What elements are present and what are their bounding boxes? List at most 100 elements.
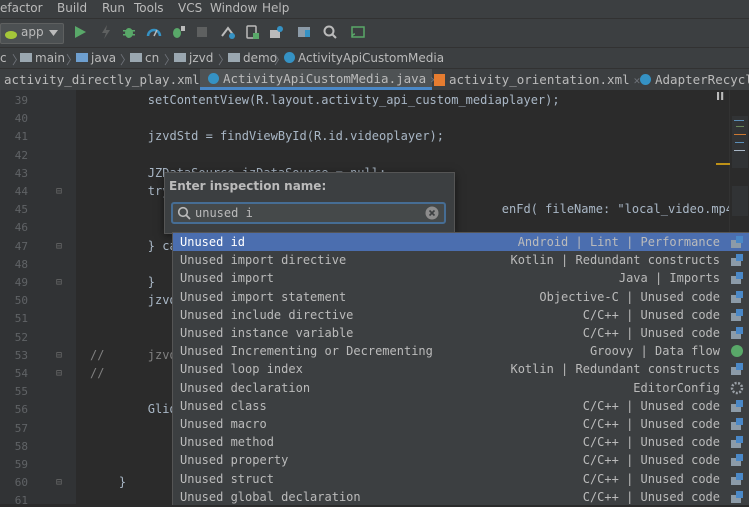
line-number: 49 xyxy=(14,276,28,289)
android-icon xyxy=(5,31,17,39)
run-config-select[interactable]: app xyxy=(0,23,64,44)
package-icon xyxy=(130,53,142,62)
breadcrumb-item[interactable]: cn xyxy=(130,51,159,65)
breadcrumb-item[interactable]: demo xyxy=(228,51,277,65)
breadcrumb-item[interactable]: main xyxy=(20,51,65,65)
line-number: 45 xyxy=(14,203,28,217)
apply-changes-icon[interactable] xyxy=(98,24,114,40)
run-icon[interactable] xyxy=(72,24,88,40)
search-input[interactable] xyxy=(195,205,415,221)
inspection-name: Unused id xyxy=(180,235,246,249)
breadcrumb-item[interactable]: ActivityApiCustomMedia xyxy=(284,51,444,65)
result-row[interactable]: Unused instance variable C/C++ | Unused c… xyxy=(173,324,749,342)
menu-run[interactable]: Run xyxy=(102,1,125,15)
project-structure-icon[interactable] xyxy=(296,24,312,40)
package-icon xyxy=(174,53,186,62)
inspection-category: C/C++ | Unused code xyxy=(582,471,720,486)
breadcrumb-item[interactable]: c xyxy=(0,51,7,65)
breadcrumb: c 〉 main 〉 java 〉 cn 〉 jzvd 〉 demo 〉 Act… xyxy=(0,47,749,69)
menu-tools[interactable]: Tools xyxy=(134,1,164,15)
inspection-popup: Enter inspection name: xyxy=(164,172,455,234)
sync-gradle-icon[interactable] xyxy=(220,24,236,40)
result-row[interactable]: Unused declaration EditorConfig xyxy=(173,379,749,397)
fold-icon[interactable]: ⊟ xyxy=(56,477,66,488)
line-number: 59 xyxy=(14,458,28,471)
result-row[interactable]: Unused id Android | Lint | Performance xyxy=(173,233,749,251)
class-icon xyxy=(208,73,219,84)
profiler-icon[interactable] xyxy=(146,24,162,40)
menu-refactor[interactable]: efactor xyxy=(0,1,43,15)
search-box[interactable] xyxy=(171,202,446,224)
line-number: 56 xyxy=(14,403,28,417)
inspection-category: Groovy | Data flow xyxy=(589,344,720,359)
line-number: 60 xyxy=(14,476,28,490)
tab-adapter-recycle[interactable]: AdapterRecycle xyxy=(638,69,749,90)
pause-icon[interactable]: II xyxy=(716,90,724,103)
result-row[interactable]: Unused macro C/C++ | Unused code xyxy=(173,415,749,433)
debug-icon[interactable] xyxy=(121,24,137,40)
result-row[interactable]: Unused import statement Objective-C | Unu… xyxy=(173,288,749,306)
code-line: // jzvdS xyxy=(90,347,184,362)
folder-icon xyxy=(20,53,32,62)
inspection-name: Unused import directive xyxy=(180,253,347,268)
result-row[interactable]: Unused class C/C++ | Unused code xyxy=(173,397,749,415)
search-icon xyxy=(177,206,191,220)
result-row[interactable]: Unused global declaration C/C++ | Unused … xyxy=(173,488,749,505)
tab-activity-orientation[interactable]: activity_orientation.xml ✕ xyxy=(432,69,640,90)
run-config-label: app xyxy=(21,25,44,39)
class-icon xyxy=(284,52,295,63)
kotlin-icon xyxy=(731,363,743,376)
toolbar: app xyxy=(0,18,749,47)
result-row[interactable]: Unused include directive C/C++ | Unused c… xyxy=(173,306,749,324)
cpp-icon xyxy=(731,308,743,321)
tab-activity-api-custom-media[interactable]: ActivityApiCustomMedia.java✕ xyxy=(200,69,437,90)
attach-debugger-icon[interactable] xyxy=(170,24,186,40)
line-number: 55 xyxy=(14,385,28,399)
stop-icon[interactable] xyxy=(194,24,210,40)
editor-tabs: activity_directly_play.xml✕ ActivityApiC… xyxy=(0,68,749,91)
sdk-manager-icon[interactable] xyxy=(268,24,284,40)
result-row[interactable]: Unused struct C/C++ | Unused code xyxy=(173,470,749,488)
breadcrumb-item[interactable]: java xyxy=(76,51,116,65)
inspection-name: Unused Incrementing or Decrementing xyxy=(180,344,433,359)
result-row[interactable]: Unused Incrementing or Decrementing Groov… xyxy=(173,342,749,360)
search-icon[interactable] xyxy=(322,24,338,40)
tab-activity-directly-play[interactable]: activity_directly_play.xml✕ xyxy=(0,69,210,90)
inspection-name: Unused method xyxy=(180,435,274,450)
package-icon xyxy=(228,53,240,62)
cast-icon[interactable] xyxy=(350,24,366,40)
menu-help[interactable]: Help xyxy=(262,1,289,15)
menu-window[interactable]: Window xyxy=(210,1,257,15)
warning-marker[interactable] xyxy=(716,163,730,165)
chevron-down-icon xyxy=(49,30,58,36)
inspection-category: C/C++ | Unused code xyxy=(582,417,720,431)
result-row[interactable]: Unused property C/C++ | Unused code xyxy=(173,451,749,469)
line-number: 53 xyxy=(14,348,28,362)
minimap xyxy=(732,186,748,216)
inspection-name: Unused import xyxy=(180,271,274,286)
fold-icon[interactable]: ⊟ xyxy=(56,241,66,252)
fold-icon[interactable]: ⊟ xyxy=(56,277,66,288)
cpp-icon xyxy=(731,327,743,339)
line-number: 61 xyxy=(14,494,28,507)
result-row[interactable]: Unused import Java | Imports xyxy=(173,269,749,287)
avd-manager-icon[interactable] xyxy=(244,24,260,40)
objc-icon xyxy=(731,290,743,303)
fold-icon[interactable]: ⊟ xyxy=(56,186,66,197)
result-row[interactable]: Unused method C/C++ | Unused code xyxy=(173,433,749,451)
fold-icon[interactable]: ⊟ xyxy=(56,368,66,379)
result-row[interactable]: Unused import directive Kotlin | Redundan… xyxy=(173,251,749,269)
result-row[interactable]: Unused loop index Kotlin | Redundant cons… xyxy=(173,360,749,378)
line-number: 43 xyxy=(14,166,28,180)
inspection-name: Unused macro xyxy=(180,417,267,431)
cpp-icon xyxy=(731,399,743,412)
fold-icon[interactable]: ⊟ xyxy=(56,350,66,361)
menu-build[interactable]: Build xyxy=(57,1,87,15)
clear-icon[interactable] xyxy=(425,206,439,220)
line-number: 58 xyxy=(14,439,28,453)
line-number: 57 xyxy=(14,421,28,435)
breadcrumb-item[interactable]: jzvd xyxy=(174,51,213,65)
cpp-icon xyxy=(731,454,743,467)
inspection-name: Unused struct xyxy=(180,471,274,486)
menu-vcs[interactable]: VCS xyxy=(178,1,202,15)
